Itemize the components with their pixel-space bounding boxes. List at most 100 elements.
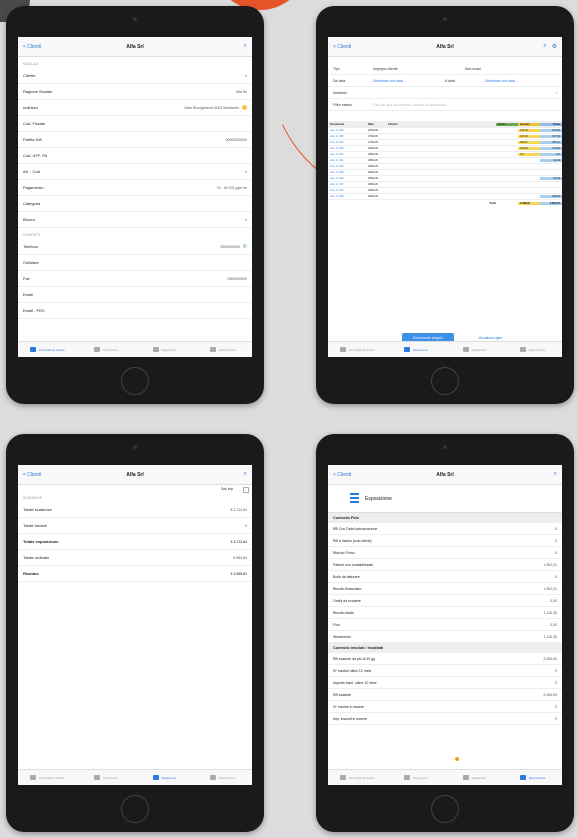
tab-info[interactable]: Informazioni cliente [18,770,77,785]
list-item[interactable]: N° insoluti ultimi 12 mesi 0 [328,665,562,677]
list-item[interactable]: Rischio finanziario 1.962,01 [328,583,562,595]
list-item[interactable]: Totale scadenze € 2.712,64 [18,502,252,518]
home-button[interactable] [121,367,149,395]
filter-type[interactable]: Tipo Impegno cliente Non evasi [328,63,562,75]
row-value: € 2.712,64 [230,507,247,512]
list-item[interactable]: Importo insol. ultimi 12 mesi 0 [328,677,562,689]
documents-icon [94,775,101,780]
list-item[interactable]: Fido 0,00 [328,619,562,631]
to-date-picker[interactable]: Seleziona una data [485,79,557,83]
table-cell: Imp. cl. 317 [330,183,344,186]
phone-icon[interactable]: ✆ [243,244,247,250]
list-item[interactable]: Imp. insoluti in essere 0 [328,713,562,725]
list-item[interactable]: Bolle da fatturare 0 [328,571,562,583]
list-item[interactable]: Email - PEC [18,303,252,319]
back-button[interactable]: < Clienti [333,44,351,50]
list-item[interactable]: Rischio totale 1.115,35 [328,607,562,619]
camera [443,17,447,21]
list-item[interactable]: Totale esposizione € 2.712,64 [18,534,252,550]
table-cell: 27/02/20 [368,135,379,138]
table-cell: 94,44 [540,159,562,162]
list-item[interactable]: Partita IVA 00000000000 [18,132,252,148]
list-item[interactable]: Cliente 0 [18,68,252,84]
row-label: RB scadute [333,692,352,697]
list-item[interactable]: RB scadute da più di 30 gg 2.454,53 [328,653,562,665]
table-cell: 27/02/20 [368,141,379,144]
search-icon[interactable]: ⌕ [543,43,546,50]
filter-extended[interactable]: Filtro esteso Filtri per tipo documento, … [328,99,562,111]
tab-documents[interactable]: Documenti [77,342,136,357]
list-item[interactable]: Fax 0000000000 [18,271,252,287]
filter-destination[interactable]: Destinaz. › [328,87,562,99]
info-icon [339,775,346,780]
list-item[interactable]: Totale ordinato € 553,84 [18,550,252,566]
list-item[interactable]: Telefono 0000000000 ✆ [18,239,252,255]
home-button[interactable] [431,795,459,823]
row-label: Rischio totale [333,610,355,615]
from-date-picker[interactable]: Seleziona una data [373,79,445,83]
list-item[interactable]: Pagamento 01 - 60 GG pgm fm [18,180,252,196]
list-item[interactable]: Ordini da evadere 0,00 [328,595,562,607]
list-item[interactable]: RB Con Data Autorizzazione 0 [328,523,562,535]
list-item[interactable]: Fatture non contabilizzate 1.962,01 [328,559,562,571]
back-button[interactable]: < Clienti [23,44,41,50]
home-button[interactable] [121,795,149,823]
info-icon [339,347,346,352]
row-label: Totale ordinato [23,555,50,560]
tab-payments[interactable]: Pagamenti [135,342,194,357]
search-icon[interactable]: ⌕ [554,471,557,478]
list-item[interactable]: Categoria [18,196,252,212]
list-item[interactable]: Cod. Fiscale [18,116,252,132]
tab-documents[interactable]: Documenti [387,342,446,357]
back-button[interactable]: < Clienti [23,472,41,478]
table-cell: 28/01/20 [368,177,379,180]
gear-icon[interactable]: ⚙ [552,43,557,50]
search-icon[interactable]: ⌕ [244,471,247,478]
tab-exposure[interactable]: Esposizione [194,342,253,357]
tab-documents[interactable]: Documenti [387,770,446,785]
documents-icon [404,347,411,352]
tab-info[interactable]: Informazioni cliente [328,342,387,357]
table-cell: 106,00 [518,129,540,132]
tab-payments[interactable]: Pagamenti [135,770,194,785]
tab-payments[interactable]: Pagamenti [445,770,504,785]
tab-exposure[interactable]: Esposizione [504,342,563,357]
search-icon[interactable]: ⌕ [244,43,247,50]
list-item[interactable]: Totale insoluti 0 [18,518,252,534]
payments-icon [152,347,159,352]
list-item[interactable]: Email [18,287,252,303]
back-button[interactable]: < Clienti [333,472,351,478]
row-label: Totale scadenze [23,507,52,512]
row-label: Residuo [23,571,39,576]
map-pin-icon[interactable] [242,105,247,110]
row-value: 0 [555,668,557,673]
list-item[interactable]: Cod. UFF. PA [18,148,252,164]
list-item[interactable]: N° insoluti in essere 0 [328,701,562,713]
list-item[interactable]: Blocco 0 [18,212,252,228]
list-item[interactable]: Indirizzo Viale Risorgimento 6/3/2 Montic… [18,100,252,116]
list-item[interactable]: Ragione Sociale Alfa Srl [18,84,252,100]
row-label: Importo insol. ultimi 12 mesi [333,680,377,685]
row-label: Cliente [23,73,36,78]
list-item[interactable]: RB a rischio (solo clienti) 0 [328,535,562,547]
list-item[interactable]: Cellulare [18,255,252,271]
list-item[interactable]: Sforamento 1.115,35 [328,631,562,643]
list-item[interactable]: Residuo € 2.085,61 [18,566,252,582]
list-item[interactable]: RB scadute 2.454,53 [328,689,562,701]
tab-exposure[interactable]: Esposizione [504,770,563,785]
list-item[interactable]: Rischio Primo 0 [328,547,562,559]
camera [133,445,137,449]
paid-only-checkbox[interactable] [243,487,249,493]
list-item[interactable]: Att. - Cod. 0 [18,164,252,180]
table-cell: 953,11 [540,141,562,144]
row-value: 0 [555,550,557,555]
tab-exposure[interactable]: Esposizione [194,770,253,785]
tab-info[interactable]: Informazioni cliente [18,342,77,357]
home-button[interactable] [431,367,459,395]
tab-payments[interactable]: Pagamenti [445,342,504,357]
tab-info[interactable]: Informazioni cliente [328,770,387,785]
row-value: 0000000000 [227,276,247,281]
table-cell: Imp. cl. 325 [330,135,344,138]
tab-documents[interactable]: Documenti [77,770,136,785]
row-value: 0 [555,680,557,685]
